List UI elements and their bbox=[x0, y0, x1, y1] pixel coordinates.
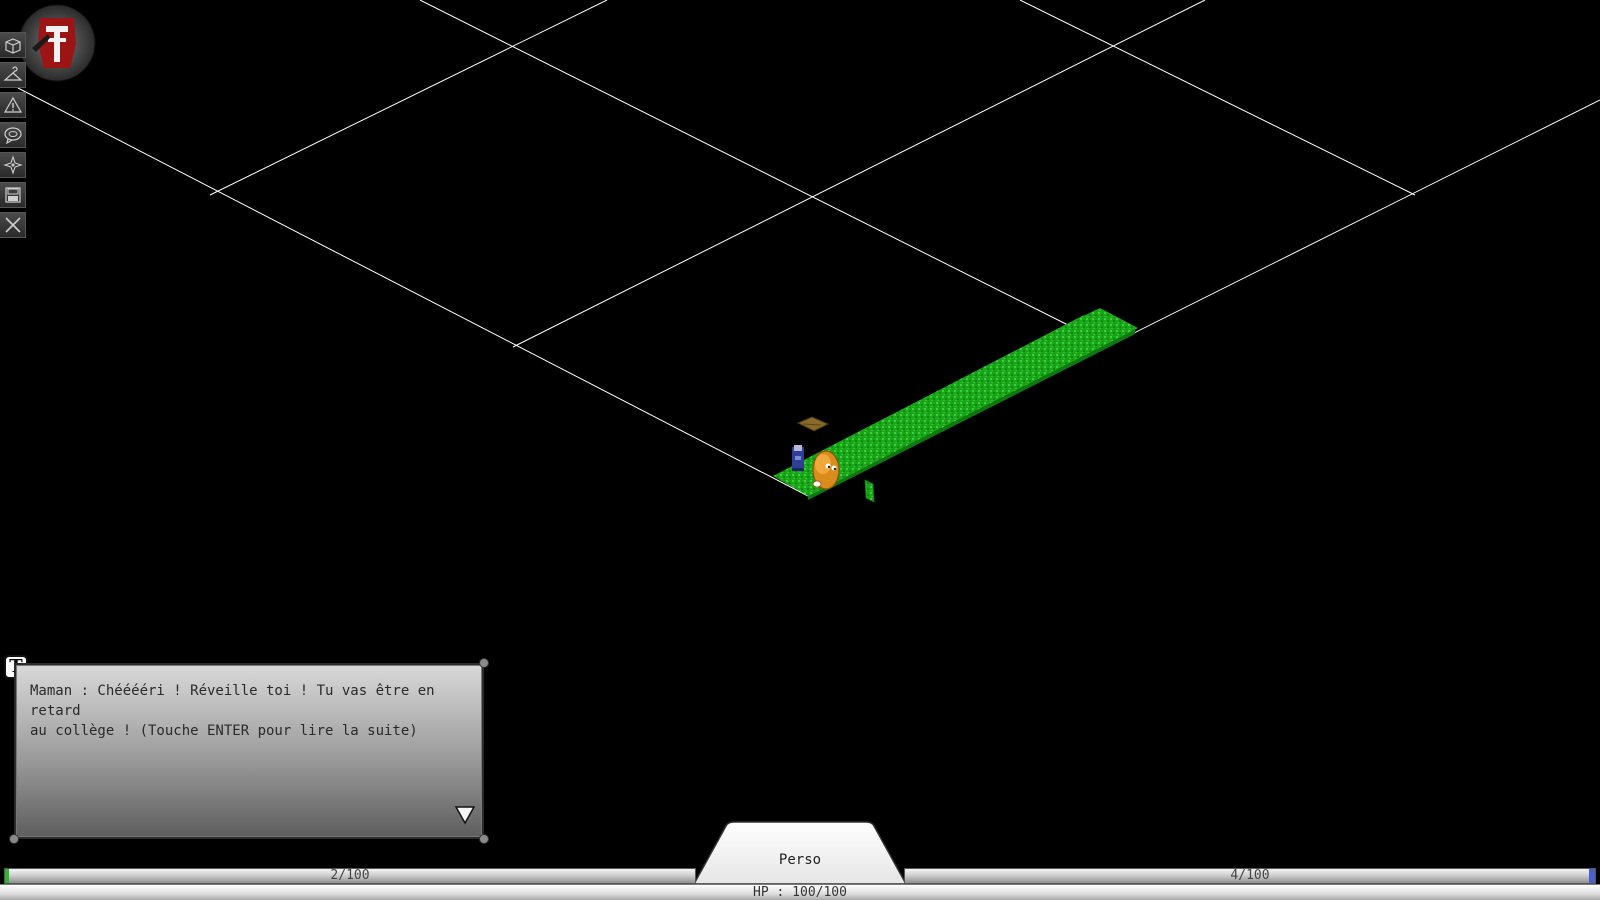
hp-label: HP : 100/100 bbox=[753, 885, 847, 900]
tab-perso-label: Perso bbox=[778, 852, 822, 868]
dialog-corner-dot bbox=[479, 658, 489, 668]
left-toolbar bbox=[0, 32, 28, 242]
dialog-corner-dot bbox=[9, 834, 19, 844]
grid-line bbox=[1019, 0, 1416, 196]
hanger-icon bbox=[2, 66, 23, 81]
player-character bbox=[792, 445, 804, 471]
npc-creature bbox=[812, 450, 840, 490]
game-viewport[interactable]: T Maman : Chééééri ! Réveille toi ! Tu v… bbox=[0, 0, 1600, 900]
floppy-icon bbox=[4, 187, 21, 203]
grass-tile-small bbox=[864, 479, 875, 503]
grid-line bbox=[209, 0, 608, 196]
tab-perso[interactable]: Perso bbox=[692, 820, 908, 884]
speech-icon bbox=[3, 127, 22, 145]
game-logo bbox=[18, 4, 96, 82]
xp-bar-right: 4/100 bbox=[904, 868, 1596, 884]
grid-line bbox=[419, 0, 1069, 326]
hp-bar: HP : 100/100 bbox=[0, 884, 1600, 900]
box-icon bbox=[4, 38, 21, 54]
wooden-plank bbox=[796, 416, 830, 432]
inventory-button[interactable] bbox=[0, 32, 26, 58]
quit-button[interactable] bbox=[0, 212, 26, 238]
dialog-box[interactable]: Maman : Chééééri ! Réveille toi ! Tu vas… bbox=[9, 658, 489, 844]
grid-line bbox=[17, 87, 809, 497]
warning-icon bbox=[3, 96, 22, 113]
xp-bar-right-label: 4/100 bbox=[1230, 868, 1270, 883]
grid-line bbox=[512, 0, 1206, 348]
save-button[interactable] bbox=[0, 182, 26, 208]
chat-button[interactable] bbox=[0, 122, 26, 148]
map-button[interactable] bbox=[0, 152, 26, 178]
dialog-corner-dot bbox=[479, 834, 489, 844]
dialog-next-button[interactable] bbox=[454, 803, 476, 827]
dialog-text: Maman : Chééééri ! Réveille toi ! Tu vas… bbox=[30, 683, 435, 739]
logo-emblem-icon bbox=[18, 4, 96, 82]
close-icon bbox=[4, 217, 21, 233]
grass-strip-edge bbox=[808, 330, 1135, 500]
equipment-button[interactable] bbox=[0, 62, 26, 88]
triangle-down-icon bbox=[454, 806, 476, 825]
xp-bar-left-label: 2/100 bbox=[330, 868, 370, 883]
compass-icon bbox=[2, 155, 23, 175]
xp-bar-left: 2/100 bbox=[4, 868, 696, 884]
alerts-button[interactable] bbox=[0, 92, 26, 118]
